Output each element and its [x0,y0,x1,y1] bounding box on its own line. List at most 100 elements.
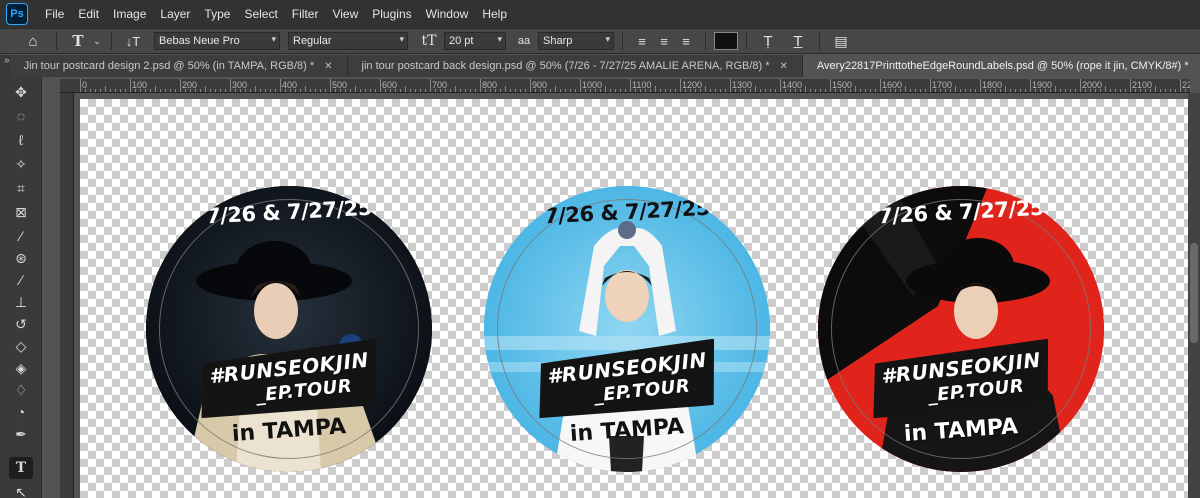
canvas[interactable]: 7/26 & 7/27/25 #RUNSEOKJIN _EP.TOUR in T… [80,99,1188,498]
frame-tool-icon[interactable]: ⊠ [9,201,33,223]
toggle-text-orientation-icon[interactable]: ↓T [120,30,146,52]
chevron-down-icon: ▾ [605,34,610,44]
ruler-tick [660,89,661,92]
ruler-tick [515,89,516,92]
ruler-tick [265,89,266,92]
tab-jin-tour-postcard-design-2[interactable]: Jin tour postcard design 2.psd @ 50% (in… [9,55,348,77]
ruler-tick [1120,89,1121,92]
ruler-tick [960,89,961,92]
ruler-tick [105,86,106,92]
close-icon[interactable]: ✕ [780,61,788,72]
magic-wand-tool-icon[interactable]: ✧ [9,153,33,175]
menu-type[interactable]: Type [197,7,237,21]
home-icon[interactable]: ⌂ [18,30,48,52]
menu-bar: Ps File Edit Image Layer Type Select Fil… [0,0,1200,28]
character-panel-icon[interactable]: T̲ [785,30,811,52]
round-label-3[interactable]: 7/26 & 7/27/25 #RUNSEOKJIN _EP.TOUR in T… [818,186,1104,472]
align-right-icon[interactable]: ≡ [675,30,697,52]
crop-tool-icon[interactable]: ⌗ [9,177,33,199]
close-icon[interactable]: ✕ [324,61,332,72]
ruler-tick [1080,79,1081,92]
spot-healing-tool-icon[interactable]: ⊛ [9,247,33,269]
ruler-tick [645,89,646,92]
eyedropper-tool-icon[interactable]: ⁄ [9,225,33,247]
ruler-tick [485,89,486,92]
paint-bucket-tool-icon[interactable]: ◈ [9,357,33,379]
ruler-tick [240,89,241,92]
menu-layer[interactable]: Layer [153,7,197,21]
tab-avery-round-labels[interactable]: Avery22817PrinttotheEdgeRoundLabels.psd … [802,55,1200,77]
chevron-down-icon[interactable]: ⌄ [91,30,103,52]
ruler-tick [715,89,716,92]
photoshop-window: Ps File Edit Image Layer Type Select Fil… [0,0,1200,498]
vertical-ruler[interactable] [60,93,74,498]
menu-image[interactable]: Image [106,7,153,21]
panels-icon[interactable]: ▤ [828,30,854,52]
ruler-tick [860,89,861,92]
ruler-tick [800,89,801,92]
menu-filter[interactable]: Filter [285,7,326,21]
menu-plugins[interactable]: Plugins [365,7,418,21]
font-size-icon: tT [421,33,437,49]
menu-file[interactable]: File [38,7,71,21]
menu-help[interactable]: Help [475,7,514,21]
align-center-icon[interactable]: ≡ [653,30,675,52]
ruler-tick [170,89,171,92]
vertical-scrollbar[interactable] [1188,93,1200,498]
ruler-tick [140,89,141,92]
ruler-tick [880,79,881,92]
history-brush-tool-icon[interactable]: ↺ [9,313,33,335]
ruler-tick [950,89,951,92]
divider [705,32,706,50]
text-color-swatch[interactable] [714,32,738,50]
ruler-tick [830,79,831,92]
ruler-tick [1165,89,1166,92]
eraser-tool-icon[interactable]: ◇ [9,335,33,357]
menu-edit[interactable]: Edit [71,7,106,21]
ruler-tick [430,79,431,92]
font-size-select[interactable]: 20 pt ▾ [444,32,506,50]
lasso-tool-icon[interactable]: ℓ [9,129,33,151]
ruler-tick [110,89,111,92]
ruler-tick [190,89,191,92]
menu-window[interactable]: Window [419,7,476,21]
ruler-tick [1090,89,1091,92]
type-tool-preset-icon[interactable]: T [65,30,91,52]
ruler-tick [595,89,596,92]
ruler-tick [630,79,631,92]
ruler-tick [750,89,751,92]
round-label-2[interactable]: 7/26 & 7/27/25 #RUNSEOKJIN _EP.TOUR in T… [484,186,770,472]
ruler-tick [235,89,236,92]
menu-view[interactable]: View [325,7,365,21]
move-tool-icon[interactable]: ✥ [9,81,33,103]
anti-alias-select[interactable]: Sharp ▾ [538,32,614,50]
ruler-tick [1130,79,1131,92]
ruler-tick [500,89,501,92]
ruler-tick [695,89,696,92]
ruler-tick [260,89,261,92]
collapse-panels-icon[interactable]: » [0,55,10,77]
tab-jin-tour-postcard-back-design[interactable]: jin tour postcard back design.psd @ 50% … [347,55,803,77]
clone-stamp-tool-icon[interactable]: ⊥ [9,291,33,313]
font-style-select[interactable]: Regular ▾ [288,32,408,50]
ruler-tick [80,79,81,92]
align-left-icon[interactable]: ≡ [631,30,653,52]
ruler-tick [885,89,886,92]
type-tool-icon[interactable]: T [9,457,33,479]
ruler-tick [540,89,541,92]
ruler-tick [685,89,686,92]
ruler-tick [905,86,906,92]
round-label-1[interactable]: 7/26 & 7/27/25 #RUNSEOKJIN _EP.TOUR in T… [146,186,432,472]
font-family-select[interactable]: Bebas Neue Pro ▾ [154,32,280,50]
pen-tool-icon[interactable]: ✒ [9,423,33,445]
path-selection-tool-icon[interactable]: ↖ [9,481,33,498]
scrollbar-thumb[interactable] [1190,243,1198,343]
brush-tool-icon[interactable]: ∕ [9,269,33,291]
ruler-tick [825,89,826,92]
horizontal-ruler[interactable]: 0 100 200 300 400 500 600 700 800 900 1000 1100 1200… [60,79,1190,93]
warp-text-icon[interactable]: Ṭ [755,30,781,52]
menu-select[interactable]: Select [237,7,284,21]
dodge-tool-icon[interactable]: ◔ [9,401,33,423]
blur-tool-icon[interactable]: ♢ [9,379,33,401]
marquee-tool-icon[interactable]: ◌ [9,105,33,127]
